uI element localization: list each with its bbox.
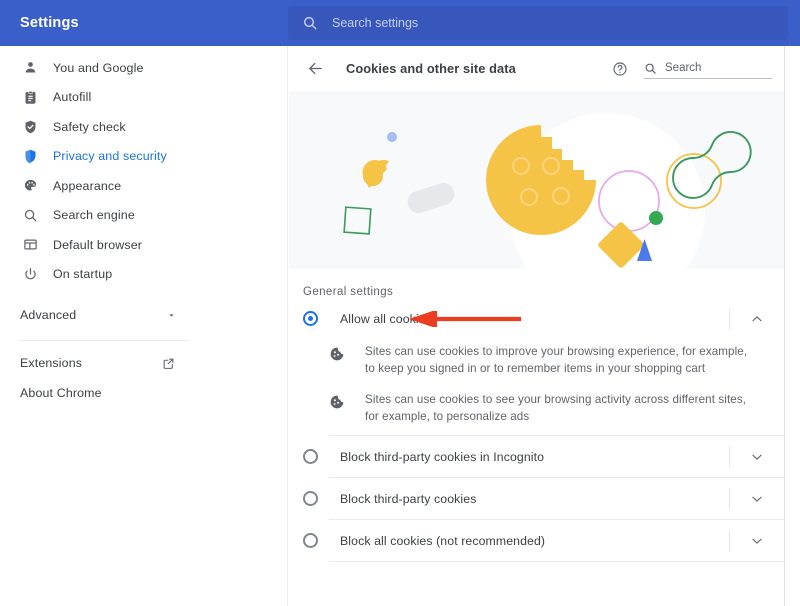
- sidebar-item-default-browser[interactable]: Default browser: [0, 230, 287, 260]
- cookie-description-text: Sites can use cookies to improve your br…: [365, 343, 758, 377]
- sidebar-item-autofill[interactable]: Autofill: [0, 83, 287, 113]
- clipboard-icon: [20, 87, 40, 107]
- cookie-illustration-svg: [289, 91, 784, 269]
- page-header-actions: Search: [612, 46, 772, 91]
- help-circle-icon[interactable]: [612, 61, 628, 77]
- cookie-icon: [329, 346, 347, 362]
- sidebar-item-label: Autofill: [53, 90, 91, 104]
- top-bar: Settings Search settings: [0, 0, 800, 46]
- settings-window: Settings Search settings You and Google: [0, 0, 800, 606]
- power-icon: [20, 264, 40, 284]
- sidebar-item-label: On startup: [53, 267, 112, 281]
- sidebar-bottom-list: Extensions About Chrome: [0, 341, 287, 408]
- sidebar-item-label: Privacy and security: [53, 149, 167, 163]
- search-icon: [302, 15, 318, 31]
- browser-window-icon: [20, 235, 40, 255]
- sidebar-item-extensions[interactable]: Extensions: [0, 348, 287, 378]
- sidebar-item-label: Default browser: [53, 238, 142, 252]
- cookie-icon: [329, 394, 347, 410]
- radio-button[interactable]: [303, 311, 318, 326]
- sidebar-item-safety-check[interactable]: Safety check: [0, 112, 287, 142]
- chevron-up-icon[interactable]: [744, 306, 770, 332]
- chevron-down-icon[interactable]: [744, 444, 770, 470]
- sidebar-item-you-and-google[interactable]: You and Google: [0, 53, 287, 83]
- radio-label: Block all cookies (not recommended): [340, 534, 545, 548]
- sidebar-item-appearance[interactable]: Appearance: [0, 171, 287, 201]
- radio-button[interactable]: [303, 491, 318, 506]
- advanced-label: Advanced: [20, 308, 76, 322]
- main-panel: Cookies and other site data Sea: [289, 46, 785, 606]
- page-search-input[interactable]: Search: [644, 58, 772, 79]
- cookie-description-row: Sites can use cookies to see your browsi…: [289, 387, 784, 435]
- sidebar-item-label: Search engine: [53, 208, 135, 222]
- chevron-down-icon[interactable]: [744, 528, 770, 554]
- row-divider: [729, 530, 730, 552]
- radio-option-allow-all-cookies[interactable]: Allow all cookies: [289, 298, 784, 339]
- radio-label: Block third-party cookies: [340, 492, 476, 506]
- shield-icon: [20, 146, 40, 166]
- chevron-down-icon: [166, 310, 177, 321]
- sidebar-nav-list: You and Google Autofill: [0, 46, 287, 289]
- radio-label: Block third-party cookies in Incognito: [340, 450, 544, 464]
- radio-option-block-all-cookies[interactable]: Block all cookies (not recommended): [289, 520, 784, 561]
- cookie-illustration: [289, 91, 784, 269]
- sidebar-item-advanced[interactable]: Advanced: [0, 298, 287, 332]
- external-link-icon: [162, 357, 175, 370]
- radio-label: Allow all cookies: [340, 312, 432, 326]
- row-divider: [729, 446, 730, 468]
- sidebar-item-about-chrome[interactable]: About Chrome: [0, 378, 287, 408]
- settings-search-placeholder: Search settings: [332, 16, 418, 30]
- radio-button[interactable]: [303, 449, 318, 464]
- search-icon: [20, 205, 40, 225]
- sidebar-item-search-engine[interactable]: Search engine: [0, 201, 287, 231]
- sidebar-item-label: You and Google: [53, 61, 144, 75]
- settings-content: General settings Allow all cookies: [289, 269, 784, 562]
- sidebar-item-privacy-and-security[interactable]: Privacy and security: [0, 142, 287, 172]
- option-divider: [329, 561, 784, 562]
- sidebar-item-label: Extensions: [20, 356, 82, 370]
- arrow-left-icon[interactable]: [307, 60, 324, 77]
- sidebar-item-label: Appearance: [53, 179, 121, 193]
- sidebar-item-label: Safety check: [53, 120, 126, 134]
- row-divider: [729, 488, 730, 510]
- cookie-description-row: Sites can use cookies to improve your br…: [289, 339, 784, 387]
- section-title: General settings: [289, 269, 784, 298]
- cookie-description-text: Sites can use cookies to see your browsi…: [365, 391, 758, 425]
- row-divider: [729, 308, 730, 330]
- radio-option-block-third-party-incognito[interactable]: Block third-party cookies in Incognito: [289, 436, 784, 477]
- page-search-placeholder: Search: [665, 61, 701, 76]
- settings-search-box[interactable]: Search settings: [288, 6, 788, 40]
- radio-option-block-third-party[interactable]: Block third-party cookies: [289, 478, 784, 519]
- sidebar: You and Google Autofill: [0, 46, 288, 606]
- palette-icon: [20, 176, 40, 196]
- page-title: Cookies and other site data: [346, 61, 516, 76]
- sidebar-item-on-startup[interactable]: On startup: [0, 260, 287, 290]
- shield-check-icon: [20, 117, 40, 137]
- app-title: Settings: [0, 15, 288, 31]
- sidebar-item-label: About Chrome: [20, 386, 102, 400]
- search-icon: [644, 60, 657, 76]
- page-header: Cookies and other site data Sea: [289, 46, 784, 91]
- advanced-section: Advanced: [0, 298, 287, 332]
- person-icon: [20, 58, 40, 78]
- chevron-down-icon[interactable]: [744, 486, 770, 512]
- radio-button[interactable]: [303, 533, 318, 548]
